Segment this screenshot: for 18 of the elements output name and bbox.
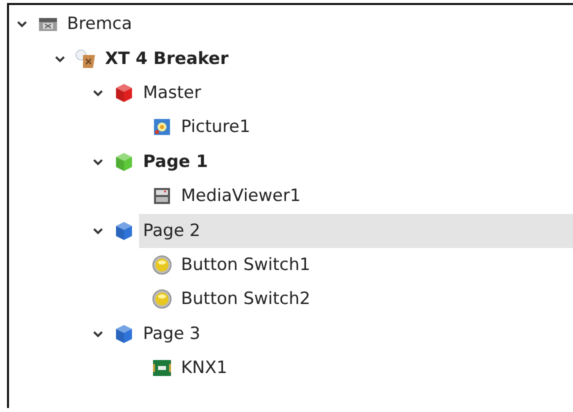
tree-item[interactable]: Button Switch1 bbox=[177, 248, 316, 282]
image-icon bbox=[153, 118, 171, 136]
device-icon bbox=[75, 48, 97, 69]
tree-item[interactable]: Picture1 bbox=[177, 110, 256, 144]
tree-item[interactable]: Page 2 bbox=[139, 214, 573, 248]
round-button-icon bbox=[152, 254, 172, 275]
media-viewer-icon bbox=[153, 187, 171, 206]
tree-item[interactable]: XT 4 Breaker bbox=[101, 42, 234, 76]
tree-item[interactable]: Page 1 bbox=[139, 144, 214, 179]
tree-item[interactable]: Button Switch2 bbox=[177, 282, 316, 316]
tree-item[interactable]: Page 3 bbox=[139, 316, 206, 351]
round-button-icon bbox=[152, 289, 172, 310]
knx-module-icon bbox=[152, 359, 172, 378]
tree-item[interactable]: MediaViewer1 bbox=[177, 179, 307, 214]
tree-item[interactable]: KNX1 bbox=[177, 351, 234, 386]
tree-item[interactable]: Master bbox=[139, 76, 208, 110]
folder-icon bbox=[38, 16, 58, 32]
tree-item[interactable]: Bremca bbox=[63, 7, 138, 42]
